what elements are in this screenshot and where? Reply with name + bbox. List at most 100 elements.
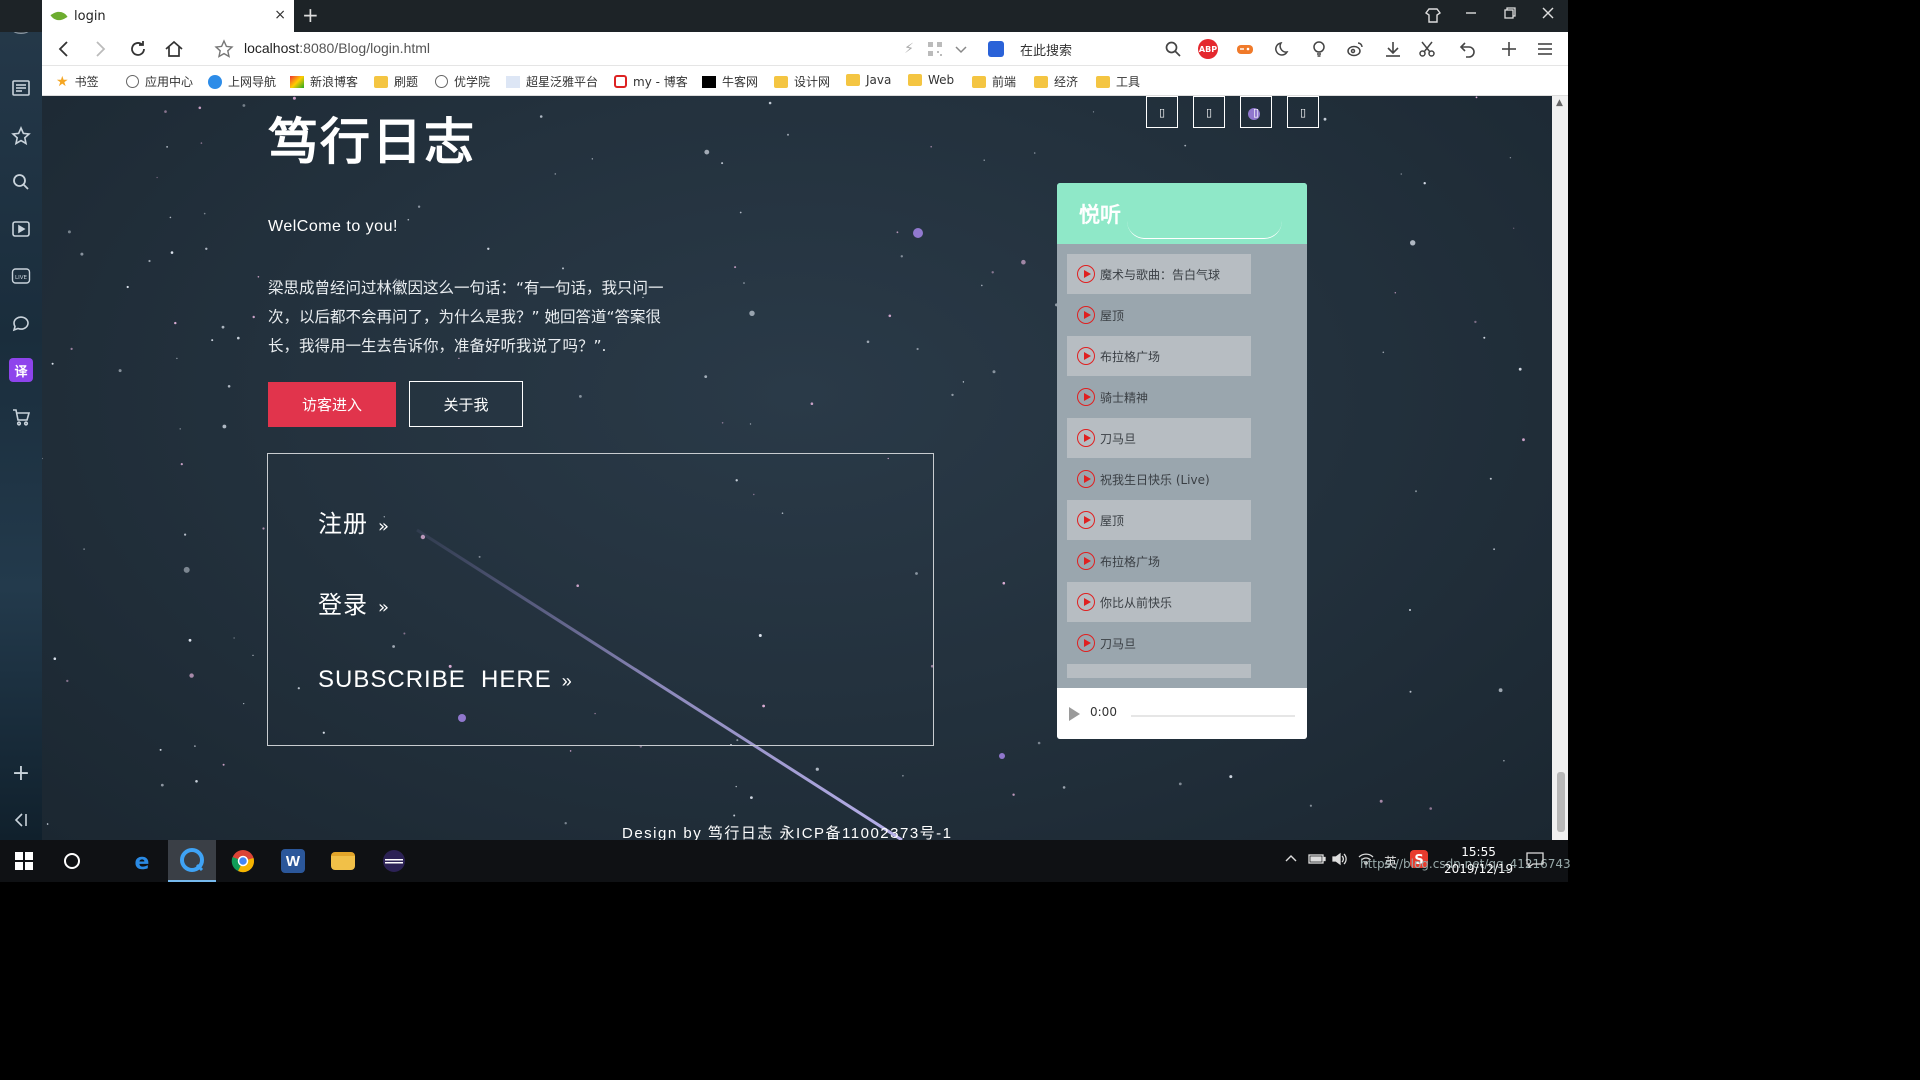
menu-icon[interactable] [1534, 38, 1556, 60]
system-clock[interactable]: 15:55 2019/12/19 [1444, 844, 1513, 878]
song-item-partial[interactable] [1067, 664, 1251, 678]
favorites-star-icon[interactable] [9, 124, 33, 148]
song-item[interactable]: 魔术与歌曲：告白气球 [1067, 254, 1251, 294]
bulb-icon[interactable] [1308, 38, 1330, 60]
scissors-icon[interactable] [1416, 38, 1438, 60]
song-item[interactable]: 布拉格广场 [1067, 541, 1251, 581]
visitor-enter-button[interactable]: 访客进入 [268, 382, 396, 427]
search-icon[interactable] [9, 170, 33, 194]
bookmark-label: 书签 [74, 75, 99, 89]
word-icon[interactable]: W [269, 840, 317, 882]
chrome-icon[interactable] [219, 840, 267, 882]
minimize-icon[interactable] [1464, 6, 1478, 24]
bookmark-item[interactable]: 牛客网 [702, 73, 758, 90]
gamepad-icon[interactable] [1234, 38, 1256, 60]
bookmark-item[interactable]: 工具 [1096, 73, 1140, 90]
bookmark-star-icon[interactable] [212, 37, 236, 61]
song-item[interactable]: 祝我生日快乐 (Live) [1067, 459, 1251, 499]
add-icon[interactable]: + [9, 761, 33, 786]
tray-chevron-icon[interactable] [1284, 852, 1298, 870]
social-link-1[interactable]: ▯ [1146, 96, 1178, 128]
about-me-button[interactable]: 关于我 [409, 381, 523, 427]
play-circle-icon [1077, 552, 1095, 570]
eclipse-icon[interactable] [370, 840, 418, 882]
undo-icon[interactable] [1456, 38, 1478, 60]
chevron-down-icon[interactable] [950, 38, 972, 60]
quote-paragraph: 梁思成曾经问过林徽因这么一句话：“有一句话，我只问一次，以后都不会再问了，为什么… [268, 279, 664, 355]
globe-icon [435, 75, 448, 88]
windows-start-icon[interactable] [0, 840, 48, 882]
page-scrollbar[interactable]: ▲ [1552, 96, 1568, 840]
tab-login[interactable]: login × [42, 0, 294, 32]
folder-icon [1096, 75, 1110, 88]
download-icon[interactable] [1382, 38, 1404, 60]
song-item[interactable]: 刀马旦 [1067, 623, 1251, 663]
cart-icon[interactable] [9, 405, 33, 429]
play-icon[interactable] [1069, 707, 1080, 721]
file-explorer-icon[interactable] [319, 840, 367, 882]
song-item[interactable]: 刀马旦 [1067, 418, 1251, 458]
bookmark-item[interactable]: 优学院 [435, 73, 490, 90]
volume-icon[interactable] [1332, 852, 1348, 870]
cortana-icon[interactable] [48, 840, 96, 882]
live-icon[interactable]: LIVE [9, 264, 33, 288]
url-input[interactable]: localhost:8080/Blog/login.html [244, 40, 430, 56]
bookmark-item[interactable]: my - 博客 [614, 73, 688, 90]
lightning-icon[interactable]: ⚡ [898, 38, 920, 60]
social-link-2[interactable]: ▯ [1193, 96, 1225, 128]
bookmark-item[interactable]: 刷题 [374, 73, 418, 90]
song-item[interactable]: 屋顶 [1067, 295, 1251, 335]
double-arrow-icon: » [378, 516, 391, 537]
music-title: 悦听 [1079, 203, 1121, 227]
scroll-up-icon[interactable]: ▲ [1556, 98, 1563, 108]
search-go-icon[interactable] [1162, 38, 1184, 60]
bookmark-item[interactable]: Web [908, 73, 954, 87]
add-icon[interactable] [1498, 38, 1520, 60]
song-title: 屋顶 [1100, 513, 1125, 528]
video-icon[interactable] [9, 217, 33, 241]
bookmark-item[interactable]: Java [846, 73, 891, 87]
bookmark-item[interactable]: 上网导航 [208, 73, 276, 90]
song-item[interactable]: 布拉格广场 [1067, 336, 1251, 376]
page-viewport: 笃行日志 ▯ ▯ ▯ ▯ WelCome to you! 梁思成曾经问过林徽因这… [42, 96, 1552, 840]
social-link-4[interactable]: ▯ [1287, 96, 1319, 128]
skin-icon[interactable] [1424, 6, 1442, 28]
collapse-icon[interactable] [9, 808, 33, 832]
back-icon[interactable] [52, 37, 76, 61]
subscribe-link[interactable]: SUBSCRIBE HERE » [318, 666, 573, 694]
qr-code-icon[interactable] [924, 38, 946, 60]
home-icon[interactable] [162, 37, 186, 61]
bookmark-item[interactable]: 经济 [1034, 73, 1078, 90]
notification-icon[interactable] [1526, 852, 1544, 872]
adblock-icon[interactable]: ABP [1198, 39, 1218, 59]
bookmark-item[interactable]: 应用中心 [126, 73, 193, 90]
bookmark-item[interactable]: 前端 [972, 73, 1016, 90]
bookmark-item[interactable]: 新浪博客 [290, 73, 358, 90]
close-window-icon[interactable] [1541, 6, 1555, 24]
restore-icon[interactable] [1503, 6, 1517, 24]
song-item[interactable]: 骑士精神 [1067, 377, 1251, 417]
scroll-thumb[interactable] [1557, 772, 1565, 832]
new-tab-button[interactable]: + [302, 4, 319, 26]
battery-icon[interactable] [1308, 852, 1326, 870]
tab-close-icon[interactable]: × [274, 7, 286, 23]
chat-icon[interactable] [9, 311, 33, 335]
social-link-3[interactable]: ▯ [1240, 96, 1272, 128]
weibo-icon[interactable] [1344, 38, 1366, 60]
forward-icon[interactable] [88, 37, 112, 61]
search-box[interactable]: 在此搜索 [988, 36, 1178, 62]
login-link[interactable]: 登录 » [318, 585, 390, 620]
night-mode-icon[interactable] [1272, 38, 1294, 60]
translate-icon[interactable]: 译 [9, 358, 33, 382]
seek-bar[interactable] [1131, 715, 1295, 717]
register-link[interactable]: 注册 » [318, 504, 390, 539]
song-item[interactable]: 你比从前快乐 [1067, 582, 1251, 622]
edge-icon[interactable]: e [118, 840, 166, 882]
reload-icon[interactable] [126, 37, 150, 61]
bookmark-item[interactable]: ★ 书签 [56, 73, 99, 90]
song-item[interactable]: 屋顶 [1067, 500, 1251, 540]
bookmark-item[interactable]: 设计网 [774, 73, 830, 90]
bookmark-item[interactable]: 超星泛雅平台 [506, 73, 598, 90]
browser-taskbar-icon[interactable] [168, 840, 216, 882]
news-icon[interactable] [9, 76, 33, 100]
